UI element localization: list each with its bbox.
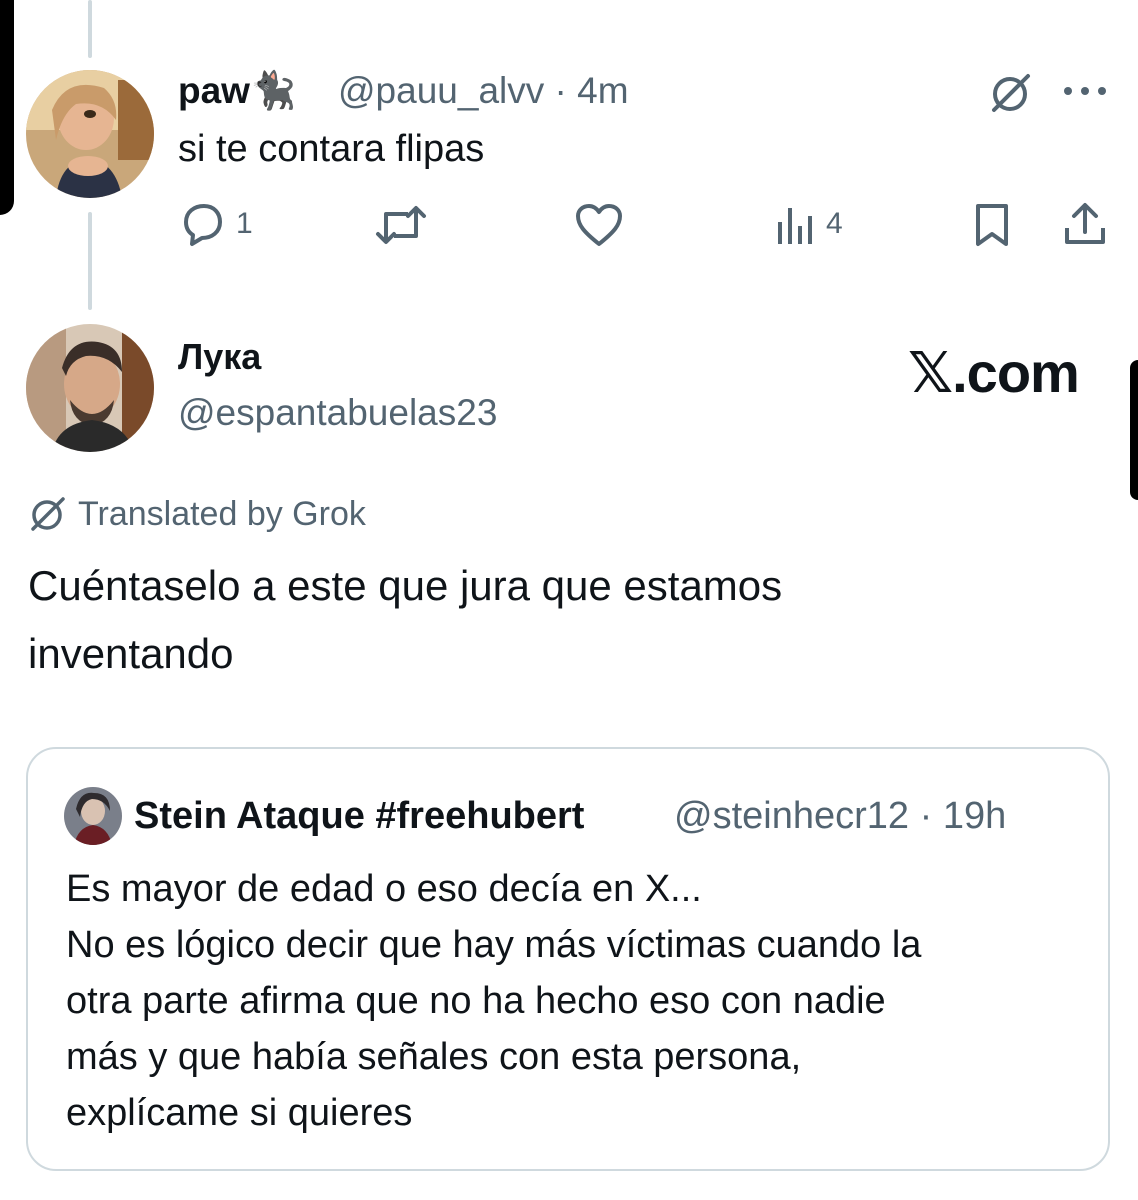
main-display-name[interactable]: Лука bbox=[178, 336, 261, 378]
reply-icon bbox=[184, 204, 222, 246]
quoted-text-line: otra parte afirma que no ha hecho eso co… bbox=[66, 980, 886, 1022]
screen-edge-left bbox=[0, 0, 14, 215]
quoted-tweet-text: Es mayor de edad o eso decía en X... No … bbox=[66, 861, 1076, 1141]
quoted-handle-row[interactable]: @steinhecr12 · 19h bbox=[674, 795, 1006, 838]
main-text-line: inventando bbox=[28, 630, 234, 677]
reply-handle-row[interactable]: @pauu_alvv · 4m bbox=[338, 70, 629, 112]
reply-handle[interactable]: @pauu_alvv bbox=[338, 70, 544, 111]
quoted-text-line: Es mayor de edad o eso decía en X... bbox=[66, 868, 702, 910]
avatar-espantabuelas[interactable] bbox=[26, 324, 154, 452]
main-text-line: Cuéntaselo a este que jura que estamos bbox=[28, 562, 783, 609]
like-button[interactable] bbox=[574, 202, 624, 248]
reply-count: 1 bbox=[236, 207, 253, 240]
views-icon bbox=[778, 208, 812, 244]
grok-icon bbox=[31, 497, 65, 531]
bookmark-icon bbox=[976, 204, 1008, 246]
reply-button[interactable]: 1 bbox=[178, 200, 253, 248]
quoted-separator: · bbox=[919, 795, 933, 837]
translated-label: Translated by Grok bbox=[78, 494, 366, 533]
thread-line-top bbox=[88, 0, 92, 58]
share-icon bbox=[1065, 203, 1105, 244]
quoted-text-line: más y que había señales con esta persona… bbox=[66, 1036, 802, 1078]
x-com-watermark: 𝕏.com bbox=[908, 341, 1080, 404]
grok-translate-icon bbox=[992, 74, 1030, 112]
reply-time[interactable]: 4m bbox=[577, 70, 628, 111]
quoted-time[interactable]: 19h bbox=[943, 795, 1006, 837]
reply-separator: · bbox=[554, 70, 567, 111]
share-button[interactable] bbox=[1062, 200, 1108, 248]
repost-icon bbox=[376, 206, 426, 244]
views-button[interactable]: 4 bbox=[774, 202, 843, 246]
thread-line-connector bbox=[88, 212, 92, 310]
quoted-text-line: explícame si quieres bbox=[66, 1092, 413, 1134]
bookmark-button[interactable] bbox=[972, 202, 1012, 248]
grok-translate-button[interactable] bbox=[988, 70, 1034, 116]
like-icon bbox=[576, 204, 622, 246]
quoted-display-name[interactable]: Stein Ataque #freehubert bbox=[134, 795, 584, 838]
translated-by-grok[interactable]: Translated by Grok bbox=[28, 494, 366, 534]
quoted-text-line: No es lógico decir que hay más víctimas … bbox=[66, 924, 922, 966]
avatar-steinhecr12[interactable] bbox=[64, 787, 122, 845]
more-icon bbox=[1064, 87, 1106, 95]
views-count: 4 bbox=[826, 207, 843, 240]
main-tweet-text: Cuéntaselo a este que jura que estamos i… bbox=[28, 552, 1108, 688]
repost-button[interactable] bbox=[374, 202, 428, 248]
avatar-pauu[interactable] bbox=[26, 70, 154, 198]
main-handle[interactable]: @espantabuelas23 bbox=[178, 392, 497, 434]
quoted-tweet-card[interactable]: Stein Ataque #freehubert @steinhecr12 · … bbox=[26, 747, 1110, 1171]
screen-edge-right bbox=[1130, 360, 1138, 500]
quoted-handle[interactable]: @steinhecr12 bbox=[674, 795, 909, 837]
reply-display-name[interactable]: paw🐈‍⬛ bbox=[178, 70, 296, 113]
more-options-button[interactable] bbox=[1062, 84, 1108, 98]
reply-text: si te contara flipas bbox=[178, 128, 485, 170]
